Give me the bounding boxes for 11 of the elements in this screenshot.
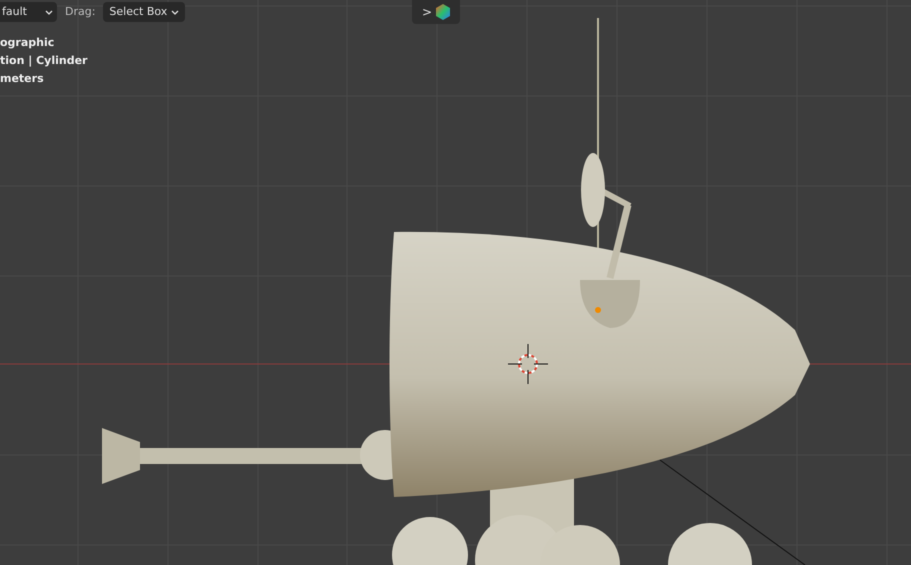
- gizmo-toggle[interactable]: >: [422, 3, 432, 21]
- viewport-info-text: meters: [0, 71, 45, 87]
- drag-dropdown[interactable]: Select Box: [103, 2, 186, 22]
- chevron-down-icon: [171, 10, 180, 14]
- orientation-dropdown[interactable]: fault: [0, 2, 57, 22]
- viewport-info-text: ographic: [0, 35, 56, 51]
- 3d-cursor-icon: [508, 344, 548, 384]
- viewport-info-text: tion | Cylinder: [0, 53, 88, 69]
- hexagon-icon[interactable]: [436, 4, 450, 20]
- drag-label: Drag:: [65, 4, 96, 20]
- chevron-down-icon: [45, 10, 53, 14]
